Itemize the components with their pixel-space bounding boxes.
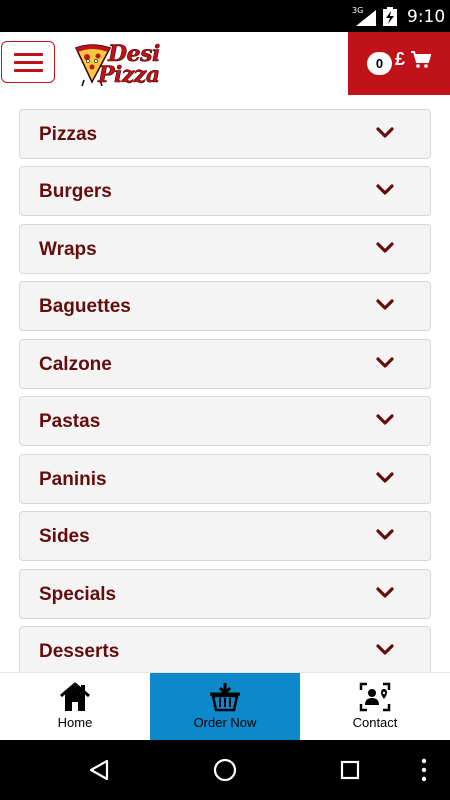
menu-button[interactable]: [1, 41, 55, 83]
category-baguettes[interactable]: Baguettes: [19, 281, 431, 331]
nav-order-now[interactable]: Order Now: [150, 673, 300, 741]
category-label: Wraps: [39, 239, 97, 260]
category-desserts[interactable]: Desserts: [19, 626, 431, 672]
shopping-cart-icon: [411, 51, 431, 68]
category-label: Pastas: [39, 411, 101, 432]
category-sides[interactable]: Sides: [19, 511, 431, 561]
home-circle-icon[interactable]: [213, 758, 237, 782]
category-label: Burgers: [39, 181, 112, 202]
chevron-down-icon: [376, 472, 394, 483]
bottom-nav: Home Order Now Contact: [0, 672, 450, 741]
chevron-down-icon: [376, 357, 394, 368]
chevron-down-icon: [376, 299, 394, 310]
hamburger-icon: [14, 53, 43, 56]
nav-contact-label: Contact: [352, 715, 398, 730]
chevron-down-icon: [376, 587, 394, 598]
cart-currency: £: [395, 49, 406, 69]
signal-icon: [356, 10, 376, 26]
chevron-down-icon: [376, 242, 394, 253]
nav-contact[interactable]: Contact: [300, 673, 450, 741]
category-label: Calzone: [39, 354, 112, 375]
category-pastas[interactable]: Pastas: [19, 396, 431, 446]
logo[interactable]: Desi Pizza: [68, 40, 176, 88]
app-header: Desi Pizza 0 £: [0, 32, 450, 95]
nav-home[interactable]: Home: [0, 673, 150, 741]
chevron-down-icon: [376, 184, 394, 195]
category-burgers[interactable]: Burgers: [19, 166, 431, 216]
chevron-down-icon: [376, 529, 394, 540]
screen: 3G 9:10 Desi Pizza 0 £ Pizzas Burgers Wr…: [0, 0, 450, 800]
category-label: Pizzas: [39, 124, 98, 145]
status-bar: 3G 9:10: [0, 0, 450, 32]
android-nav-bar: [0, 740, 450, 800]
recents-icon[interactable]: [340, 760, 360, 780]
category-wraps[interactable]: Wraps: [19, 224, 431, 274]
category-label: Specials: [39, 584, 117, 605]
category-label: Baguettes: [39, 296, 131, 317]
logo-word-pizza: Pizza: [98, 62, 161, 89]
category-label: Desserts: [39, 641, 120, 662]
contact-card-icon: [359, 682, 391, 712]
category-label: Paninis: [39, 469, 107, 490]
chevron-down-icon: [376, 127, 394, 138]
back-icon[interactable]: [88, 759, 110, 781]
category-label: Sides: [39, 526, 90, 547]
overflow-menu-icon[interactable]: [420, 758, 428, 782]
hamburger-icon-bar: [14, 61, 43, 64]
category-pizzas[interactable]: Pizzas: [19, 109, 431, 159]
hamburger-icon-bar: [14, 69, 43, 72]
chevron-down-icon: [376, 644, 394, 655]
category-paninis[interactable]: Paninis: [19, 454, 431, 504]
category-list: Pizzas Burgers Wraps Baguettes Calzone P…: [0, 95, 450, 672]
status-time: 9:10: [407, 7, 446, 27]
nav-order-now-label: Order Now: [193, 715, 257, 730]
nav-home-label: Home: [57, 715, 93, 730]
category-specials[interactable]: Specials: [19, 569, 431, 619]
category-calzone[interactable]: Calzone: [19, 339, 431, 389]
chevron-down-icon: [376, 414, 394, 425]
home-icon: [60, 682, 90, 711]
battery-charging-icon: [383, 7, 397, 26]
basket-icon: [210, 683, 240, 712]
cart-count-badge: 0: [367, 52, 392, 75]
